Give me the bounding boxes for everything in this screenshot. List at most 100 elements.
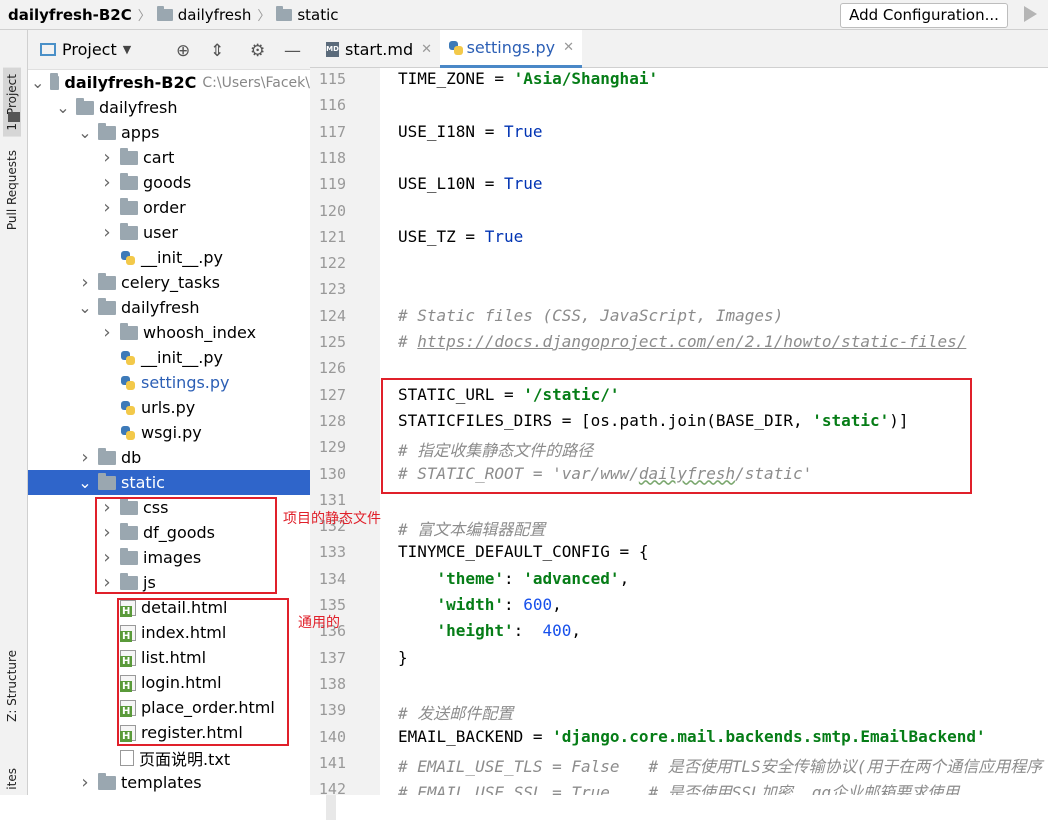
tree-item[interactable]: › celery_tasks [28,270,310,295]
locate-icon[interactable]: ⊕ [176,41,190,61]
chevron-right-icon[interactable]: › [100,197,114,218]
close-icon[interactable]: ✕ [563,40,574,55]
folder-icon [98,472,116,490]
folder-icon [276,5,293,21]
code-token: https://docs.djangoproject.com/en/2.1/ho… [417,332,967,351]
tree-item[interactable]: urls.py [28,395,310,420]
project-view-selector[interactable]: Project [62,40,117,59]
project-tool-icon [8,112,20,122]
code-token: # Static files (CSS, JavaScript, Images) [398,305,784,325]
code-token: : [513,621,543,641]
code-token: USE_TZ = [398,226,485,246]
highlight-box-html-files [117,598,289,746]
line-number: 142 [318,780,346,795]
chevron-down-icon[interactable]: ⌄ [56,99,70,115]
tree-item[interactable]: › cart [28,145,310,170]
code-line: 'theme': 'advanced', [398,568,630,588]
chevron-right-icon[interactable]: › [100,322,114,343]
folder-icon [120,322,138,340]
chevron-down-icon[interactable]: ⌄ [78,299,92,315]
code-token: , [552,595,562,614]
code-line: # 富文本编辑器配置 [398,516,545,540]
code-line: } [398,648,408,667]
line-number: 139 [318,701,346,720]
annotation-static-files: 项目的静态文件 [283,511,381,527]
folder-icon [98,122,116,140]
tab-favorites[interactable]: ites [5,768,19,790]
tree-item-label: templates [121,773,202,792]
project-view-icon [40,43,56,56]
code-token: 'width' [436,595,504,614]
code-line: EMAIL_BACKEND = 'django.core.mail.backen… [398,727,986,746]
tree-item[interactable]: __init__.py [28,345,310,370]
chevron-down-icon[interactable]: ⌄ [31,74,44,90]
python-file-icon [120,350,136,366]
tree-item[interactable]: › goods [28,170,310,195]
chevron-down-icon[interactable]: ⌄ [78,124,92,140]
python-file-icon [120,375,136,391]
tree-item[interactable]: ⌄ apps [28,120,310,145]
tree-item[interactable]: › whoosh_index [28,320,310,345]
tree-item-label: apps [121,123,160,142]
tree-item[interactable]: settings.py [28,370,310,395]
text-file-icon [120,749,134,766]
code-token: : [503,595,524,614]
hide-panel-icon[interactable]: — [284,41,301,61]
chevron-down-icon[interactable]: ⌄ [78,474,92,490]
tree-item[interactable]: ⌄ dailyfresh-B2C C:\Users\Facek\ [28,70,310,95]
breadcrumb-folder-static[interactable]: static [297,6,338,24]
tree-item-label: user [143,223,178,242]
breadcrumb-separator: 〉 [257,9,271,24]
code-token: 'Asia/Shanghai' [513,69,659,88]
close-icon[interactable]: ✕ [421,42,432,57]
breadcrumb-folder-dailyfresh[interactable]: dailyfresh [178,6,252,24]
code-token: True [484,226,524,246]
tab-start-md[interactable]: MD start.md ✕ [318,30,440,68]
code-token: # EMAIL_USE_SSL = True # 是否使用SSL加密, qq企业… [398,783,960,795]
add-configuration-button[interactable]: Add Configuration... [840,3,1008,28]
chevron-right-icon[interactable]: › [78,772,92,793]
tree-item[interactable]: › db [28,445,310,470]
tree-item[interactable]: › order [28,195,310,220]
folder-icon [156,5,173,21]
line-number: 138 [318,674,346,693]
line-number: 130 [318,464,346,483]
python-file-icon [448,40,463,56]
tree-item[interactable]: › templates [28,770,310,795]
code-line: TINYMCE_DEFAULT_CONFIG = { [398,542,648,561]
run-icon[interactable] [1024,6,1037,22]
tree-item[interactable]: ⌄ static [28,470,310,495]
tab-pull-requests[interactable]: Pull Requests [5,150,19,230]
tree-item-label: dailyfresh [99,98,178,117]
tab-project-tool[interactable]: 1: Project [3,68,21,137]
tree-item[interactable]: ⌄ dailyfresh [28,95,310,120]
tree-item-label: dailyfresh-B2C [64,73,197,92]
tree-item[interactable]: ⌄ dailyfresh [28,295,310,320]
chevron-right-icon[interactable]: › [100,222,114,243]
tree-item-label: order [143,198,186,217]
tab-structure[interactable]: Z: Structure [5,650,19,722]
gear-icon[interactable]: ⚙ [250,41,265,61]
chevron-right-icon[interactable]: › [78,272,92,293]
collapse-all-icon[interactable]: ⇕ [210,41,224,61]
tree-item-label: wsgi.py [141,423,202,442]
chevron-right-icon[interactable]: › [100,147,114,168]
chevron-down-icon[interactable]: ▼ [123,43,131,56]
tree-item[interactable]: __init__.py [28,245,310,270]
tree-item[interactable]: 页面说明.txt [28,745,310,770]
left-tool-strip: 1: Project Pull Requests Z: Structure it… [0,30,28,795]
code-token: # [398,332,418,351]
md-file-icon: MD [326,41,339,57]
chevron-right-icon[interactable]: › [78,447,92,468]
tab-settings-py[interactable]: settings.py ✕ [440,30,582,68]
tree-item[interactable]: › user [28,220,310,245]
code-line: # EMAIL_USE_TLS = False # 是否使用TLS安全传输协议(… [398,753,1042,777]
tree-item[interactable]: wsgi.py [28,420,310,445]
code-token: : [503,568,524,588]
code-token: } [398,647,408,667]
breadcrumb-project[interactable]: dailyfresh-B2C [8,6,132,24]
annotation-common: 通用的 [298,615,340,631]
chevron-right-icon[interactable]: › [100,172,114,193]
editor-tab-bar: MD start.md ✕ settings.py ✕ [310,30,1048,68]
